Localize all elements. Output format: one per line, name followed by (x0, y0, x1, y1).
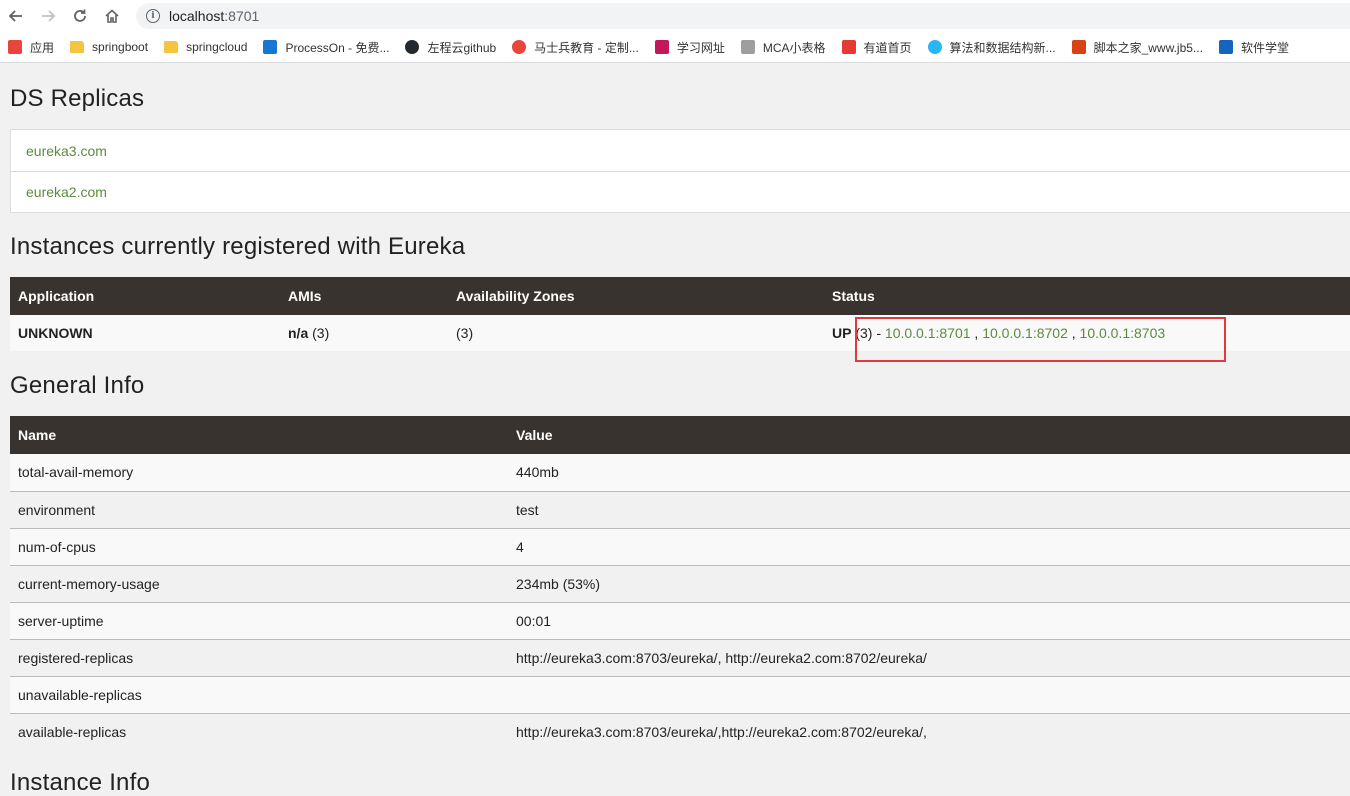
bookmark-label: 马士兵教育 - 定制... (534, 40, 639, 55)
home-icon (105, 9, 119, 23)
amis-cell: n/a (3) (280, 315, 448, 351)
sheet-icon (740, 40, 755, 54)
info-name: num-of-cpus (18, 538, 96, 555)
application-name: UNKNOWN (18, 325, 93, 341)
bookmark-item[interactable]: ProcessOn - 免费... (263, 39, 389, 56)
table-row: current-memory-usage 234mb (53%) (10, 565, 1350, 602)
bookmark-item[interactable]: 学习网址 (654, 39, 725, 56)
bookmark-icon (654, 40, 669, 54)
table-row: total-avail-memory 440mb (10, 454, 1350, 491)
folder-icon (164, 41, 179, 53)
info-value: http://eureka3.com:8703/eureka/, http://… (516, 649, 927, 666)
url-host: localhost (169, 8, 225, 24)
info-value (508, 676, 1350, 713)
bookmark-label: MCA小表格 (762, 40, 826, 55)
table-row: num-of-cpus 4 (10, 528, 1350, 565)
bookmark-label: 软件学堂 (1240, 40, 1289, 55)
bookmark-item[interactable]: springcloud (164, 40, 247, 54)
bookmark-label: 学习网址 (676, 40, 725, 55)
bookmark-label: 左程云github (427, 40, 497, 55)
amis-value: n/a (288, 325, 309, 341)
table-row: environment test (10, 491, 1350, 528)
algo-icon (927, 40, 942, 54)
jb51-icon (1071, 40, 1086, 54)
table-row: registered-replicas http://eureka3.com:87… (10, 639, 1350, 676)
info-value: 00:01 (516, 612, 552, 629)
bookmark-item[interactable]: 左程云github (405, 39, 496, 56)
arrow-right-icon (42, 10, 56, 22)
table-header-row: Application AMIs Availability Zones Stat… (10, 277, 1350, 315)
info-name: available-replicas (18, 723, 127, 740)
table-row: server-uptime 00:01 (10, 602, 1350, 639)
info-name: current-memory-usage (18, 575, 160, 592)
bookmark-item[interactable]: MCA小表格 (740, 39, 826, 56)
info-name: server-uptime (18, 612, 104, 629)
info-value: test (516, 501, 539, 518)
youdao-icon (841, 40, 856, 54)
instances-title: Instances currently registered with Eure… (10, 233, 466, 260)
amis-count: (3) (308, 325, 330, 341)
instance-info-title: Instance Info (10, 769, 151, 796)
bookmarks-bar: 应用 springboot springcloud ProcessOn - 免费...… (0, 32, 1350, 62)
ds-replicas-title: DS Replicas (10, 85, 145, 112)
home-button[interactable] (96, 0, 128, 32)
column-header: Name (18, 427, 57, 443)
bookmark-label: springboot (92, 40, 149, 54)
bookmark-item[interactable]: 有道首页 (841, 39, 912, 56)
info-name: registered-replicas (18, 649, 134, 666)
folder-icon (70, 41, 85, 53)
table-row: available-replicas http://eureka3.com:870… (10, 713, 1350, 750)
bookmark-item[interactable]: springboot (70, 40, 148, 54)
forward-button[interactable] (32, 0, 64, 32)
column-header: Status (832, 288, 875, 304)
bookmark-label: ProcessOn - 免费... (285, 40, 390, 55)
back-button[interactable] (0, 0, 32, 32)
column-header: Availability Zones (456, 288, 575, 304)
msb-icon (512, 40, 527, 54)
bookmark-item[interactable]: 马士兵教育 - 定制... (512, 39, 639, 56)
general-info-table: Name Value total-avail-memory 440mb envir… (10, 416, 1350, 750)
status-up: UP (832, 325, 852, 341)
bookmark-item[interactable]: 软件学堂 (1218, 39, 1289, 56)
reload-button[interactable] (64, 0, 96, 32)
info-name: total-avail-memory (18, 464, 134, 481)
zones-cell: (3) (456, 325, 474, 341)
apps-grid-icon (8, 40, 22, 54)
general-info-title: General Info (10, 372, 145, 399)
arrow-left-icon (8, 10, 22, 22)
table-row: unavailable-replicas (10, 676, 1350, 713)
bookmark-item[interactable]: 应用 (8, 39, 54, 56)
status-highlight-annotation (855, 317, 1226, 362)
info-icon[interactable]: i (146, 9, 160, 23)
bookmark-label: 脚本之家_www.jb5... (1093, 40, 1203, 55)
github-icon (405, 40, 420, 54)
ds-replicas-list: eureka3.com eureka2.com (10, 129, 1350, 213)
info-value: 234mb (53%) (516, 575, 601, 592)
bookmark-label: springcloud (186, 40, 248, 54)
info-value: http://eureka3.com:8703/eureka/,http://e… (516, 723, 927, 740)
info-name: unavailable-replicas (18, 686, 142, 703)
column-header: AMIs (288, 288, 322, 304)
bookmark-label: 算法和数据结构新... (949, 40, 1056, 55)
bookmark-label: 应用 (30, 40, 55, 55)
reload-icon (74, 9, 86, 22)
processon-icon (263, 40, 278, 54)
chrome-divider (0, 62, 1350, 63)
bookmark-item[interactable]: 算法和数据结构新... (927, 39, 1056, 56)
bookmark-item[interactable]: 脚本之家_www.jb5... (1071, 39, 1203, 56)
browser-toolbar: i localhost:8701 (0, 0, 1350, 32)
info-value: 4 (516, 538, 524, 555)
info-value: 440mb (516, 464, 559, 481)
table-header-row: Name Value (10, 416, 1350, 454)
info-name: environment (18, 501, 96, 518)
bookmark-label: 有道首页 (863, 40, 912, 55)
column-header: Application (18, 288, 95, 304)
address-bar[interactable]: i localhost:8701 (136, 3, 1350, 29)
software-icon (1218, 40, 1233, 54)
url-port: :8701 (224, 8, 260, 24)
replica-link[interactable]: eureka2.com (11, 171, 1350, 212)
replica-link[interactable]: eureka3.com (11, 130, 1350, 171)
column-header: Value (516, 427, 553, 443)
